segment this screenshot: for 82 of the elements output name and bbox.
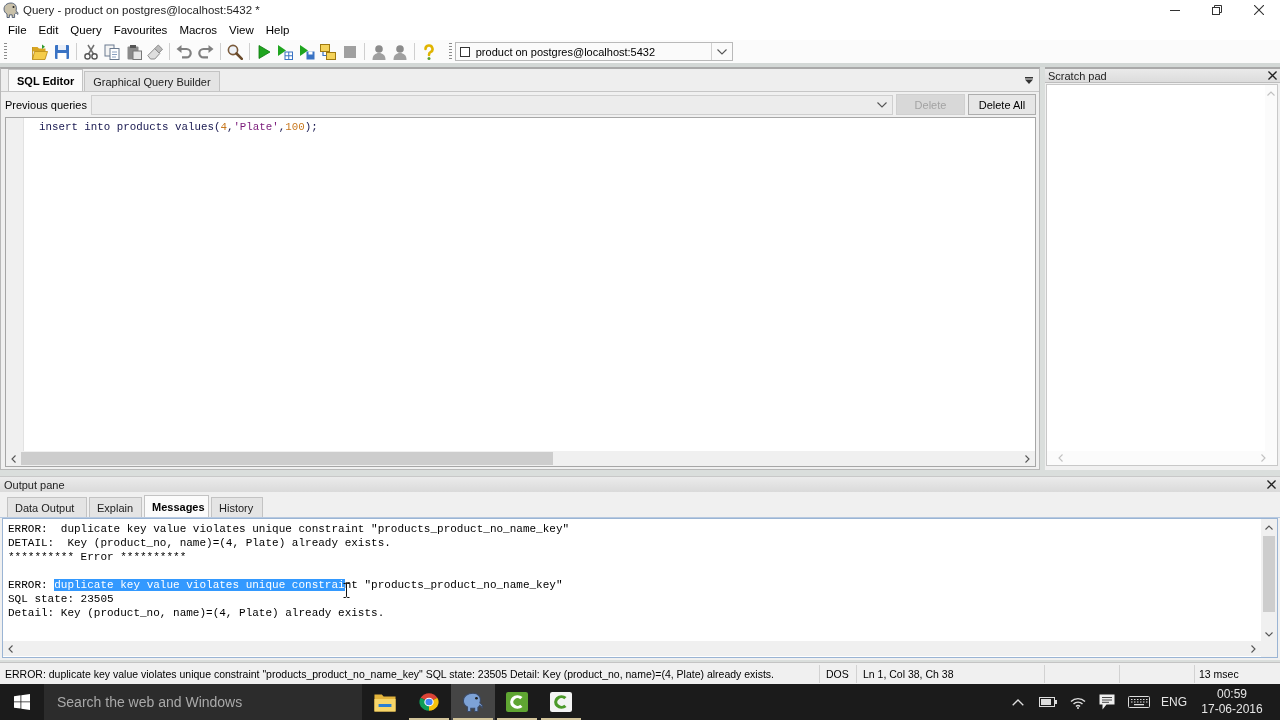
minimize-icon[interactable] [1170, 9, 1180, 11]
scrollbar-thumb[interactable] [21, 452, 553, 465]
window-title: Query - product on postgres@localhost:5432 * [23, 4, 260, 16]
play-disk-icon[interactable] [298, 43, 315, 60]
arrow-left-icon[interactable] [11, 454, 16, 463]
menu-item[interactable]: View [223, 23, 260, 37]
message-line: ERROR: duplicate key value violates unique constraint "products_product_no_name_key" [8, 522, 571, 536]
arrow-right-icon[interactable] [1025, 454, 1030, 463]
bust-icon[interactable] [370, 43, 387, 60]
arrow-left-icon[interactable] [8, 644, 13, 653]
line-ending-label: DOS [826, 667, 849, 680]
tab[interactable]: SQL Editor [8, 69, 84, 91]
arrow-down-icon[interactable] [1265, 632, 1273, 637]
folder-icon[interactable] [374, 692, 396, 712]
grip-handle[interactable] [448, 43, 452, 60]
panel-title: Output pane [4, 478, 65, 491]
tab[interactable]: Graphical Query Builder [84, 71, 220, 91]
elephant-icon[interactable] [462, 692, 484, 712]
message-line: Detail: Key (product_no, name)=(4, Plate) already exists. [8, 606, 386, 620]
chevron-down-icon[interactable] [877, 101, 887, 108]
scrollbar[interactable] [1261, 519, 1277, 641]
field-label: Previous queries [5, 98, 88, 111]
message-line: DETAIL: Key (product_no, name)=(4, Plate) already exists. [8, 536, 392, 550]
copy-icon[interactable] [104, 43, 120, 60]
redo-icon[interactable] [197, 43, 214, 60]
clock-date[interactable]: 17-06-2016 [1201, 702, 1263, 717]
tab[interactable]: History [211, 497, 263, 517]
code-line: insert into products values(4,'Plate',100); [39, 120, 318, 134]
menu-item[interactable]: Edit [32, 23, 65, 37]
delete-all-button[interactable]: Delete All [968, 94, 1036, 115]
play-grid-icon[interactable] [277, 43, 293, 60]
restore-icon[interactable] [1212, 5, 1222, 15]
close-icon[interactable] [1268, 71, 1277, 80]
connection-dropdown[interactable]: product on postgres@localhost:5432 [454, 42, 733, 61]
chevron-down-icon[interactable] [716, 48, 727, 55]
grip-handle[interactable] [4, 43, 7, 60]
arc-tile-icon[interactable] [550, 692, 572, 712]
scrollbar-thumb[interactable] [1263, 536, 1275, 612]
play-icon[interactable] [255, 43, 272, 60]
search-icon[interactable] [226, 43, 243, 60]
menu-item[interactable]: Macros [173, 23, 224, 37]
eraser-icon[interactable] [147, 43, 163, 60]
menu-item[interactable]: Favourites [107, 23, 174, 37]
menu-item[interactable]: Query [64, 23, 108, 37]
square-icon [459, 46, 470, 57]
scissors-icon[interactable] [82, 43, 99, 60]
battery-icon[interactable] [1039, 697, 1057, 707]
tab[interactable]: Explain [89, 497, 142, 517]
elephant-icon [3, 2, 19, 18]
menu-item[interactable]: Help [259, 23, 296, 37]
dropdown-arrow-icon[interactable] [1025, 77, 1033, 84]
keyboard-icon[interactable] [1128, 696, 1150, 708]
windows-logo-icon[interactable] [14, 694, 30, 710]
undo-icon[interactable] [176, 43, 192, 60]
tab[interactable]: Data Output [7, 497, 87, 517]
floppy-icon[interactable] [53, 43, 70, 60]
scrollbar[interactable] [3, 641, 1261, 656]
code-editor[interactable]: insert into products values(4,'Plate',100); [5, 117, 1036, 467]
panel-title: Scratch pad [1048, 69, 1107, 82]
arrow-right-icon[interactable] [1251, 644, 1256, 653]
elapsed-time: 13 msec [1199, 667, 1239, 680]
color-wheel-icon[interactable] [418, 692, 440, 712]
cursor-position: Ln 1, Col 38, Ch 38 [863, 667, 954, 680]
table-icon[interactable] [320, 43, 336, 60]
close-icon[interactable] [1267, 480, 1276, 489]
search-field[interactable]: Search the web and Windows [44, 684, 362, 720]
chevron-up-icon[interactable] [1012, 698, 1024, 706]
status-message: ERROR: duplicate key value violates unique constraint "products_product_no_name_key" SQL state: 23505 Detail: Key (product_no, name)=(4, Plate) already exists. [5, 667, 775, 680]
message-line: ********** Error ********** [8, 550, 188, 564]
message-icon[interactable] [1099, 694, 1115, 710]
clipboard-icon[interactable] [125, 43, 142, 60]
arrow-up-icon[interactable] [1265, 525, 1273, 530]
bust-icon[interactable] [392, 43, 408, 60]
close-icon[interactable] [1254, 5, 1264, 15]
arc-tile-icon[interactable] [506, 692, 528, 712]
wifi-icon[interactable] [1070, 695, 1086, 709]
tab[interactable]: Messages [144, 495, 209, 517]
language-indicator[interactable]: ENG [1157, 695, 1191, 709]
message-line: SQL state: 23505 [8, 592, 115, 606]
scrollbar[interactable] [6, 451, 1035, 466]
clock-time[interactable]: 00:59 [1217, 687, 1247, 702]
menu-item[interactable]: File [2, 23, 33, 37]
